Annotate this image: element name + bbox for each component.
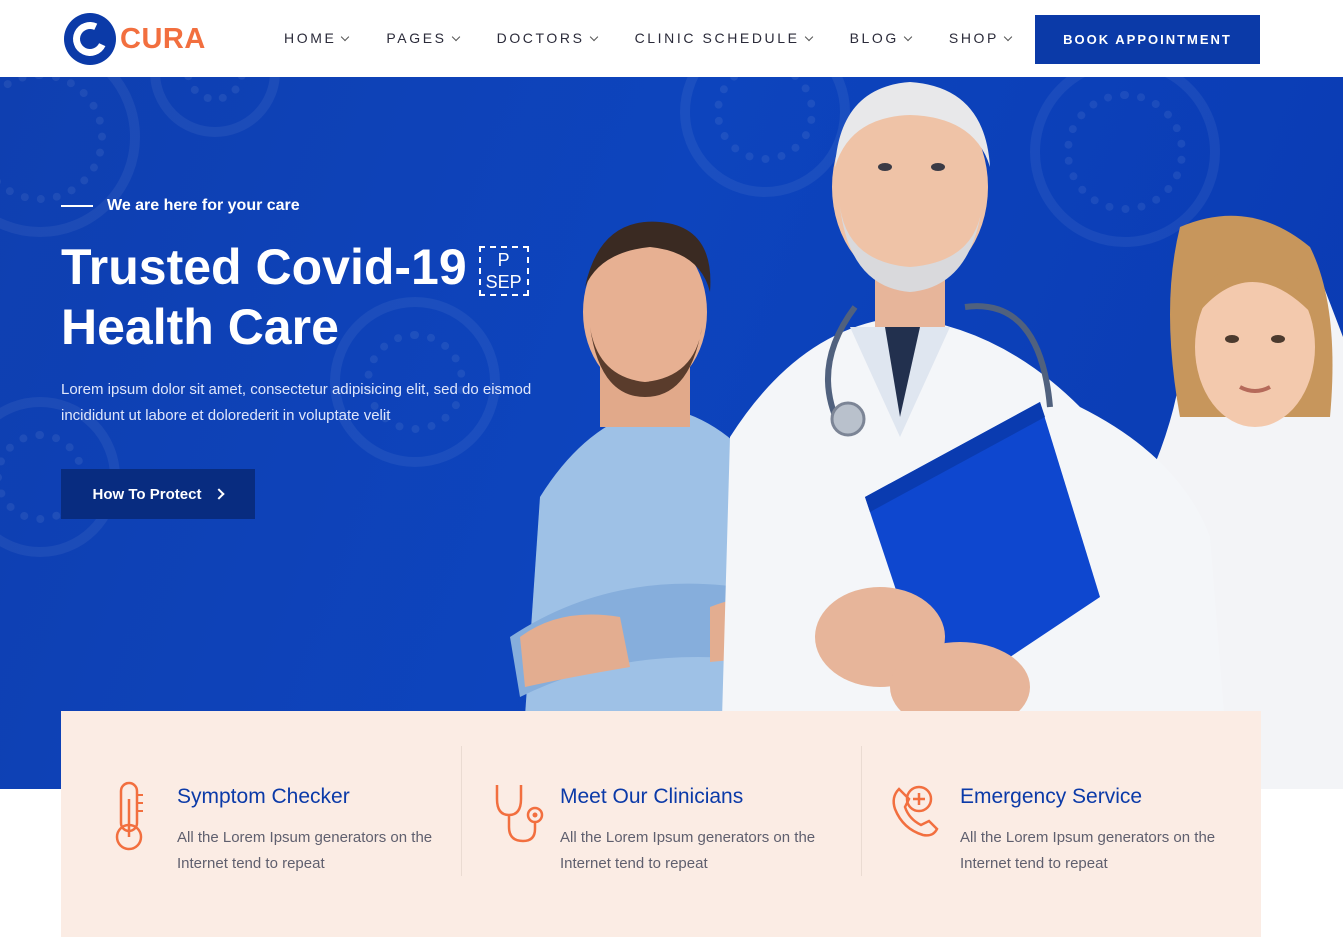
feature-title: Emergency Service	[960, 785, 1143, 808]
feature-description: All the Lorem Ipsum generators on the In…	[960, 829, 1216, 872]
nav-item-home[interactable]: HOME	[284, 27, 350, 49]
hero-eyebrow: We are here for your care	[61, 197, 300, 215]
nav-label: HOME	[284, 30, 337, 46]
feature-card-emergency-service[interactable]: Emergency Service All the Lorem Ipsum ge…	[861, 711, 1261, 937]
button-label: How To Protect	[92, 485, 202, 503]
nav-item-blog[interactable]: BLOG	[849, 27, 913, 49]
features-panel: Symptom Checker All the Lorem Ipsum gene…	[61, 711, 1261, 937]
nav-item-pages[interactable]: PAGES	[386, 27, 460, 49]
chevron-right-icon	[213, 488, 226, 500]
c-circle-logo-icon	[64, 13, 116, 65]
feature-card-symptom-checker[interactable]: Symptom Checker All the Lorem Ipsum gene…	[61, 711, 461, 937]
site-header: CURA HOME PAGES DOCTORS CLINIC SCHEDULE …	[0, 0, 1343, 77]
feature-card-meet-clinicians[interactable]: Meet Our Clinicians All the Lorem Ipsum …	[461, 711, 861, 937]
eyebrow-text: We are here for your care	[107, 197, 300, 214]
chevron-down-icon	[1003, 32, 1013, 41]
nav-label: BLOG	[849, 30, 899, 46]
virus-decoration-icon	[150, 77, 280, 137]
thermometer-icon	[115, 781, 143, 851]
senior-doctor-figure	[720, 82, 1230, 789]
main-nav: HOME PAGES DOCTORS CLINIC SCHEDULE BLOG …	[284, 27, 1049, 49]
chevron-down-icon	[589, 32, 598, 41]
feature-description: All the Lorem Ipsum generators on the In…	[560, 829, 816, 872]
chevron-down-icon	[341, 32, 350, 41]
chevron-down-icon	[903, 32, 913, 41]
nav-item-shop[interactable]: SHOP	[948, 27, 1013, 49]
logo-text: CURA	[120, 22, 206, 55]
doctors-photo	[510, 82, 1343, 789]
nav-label: SHOP	[948, 30, 999, 46]
chevron-down-icon	[451, 32, 460, 41]
how-to-protect-button[interactable]: How To Protect	[61, 469, 255, 519]
emergency-phone-icon	[892, 785, 939, 837]
nav-label: DOCTORS	[496, 30, 585, 46]
hero-title-line2: Health Care	[61, 299, 339, 355]
hero-section: We are here for your care Trusted Covid-…	[0, 77, 1343, 789]
nav-label: PAGES	[386, 30, 447, 46]
hero-title-line1: Trusted Covid-19	[61, 239, 467, 295]
chevron-down-icon	[804, 32, 813, 41]
feature-title: Meet Our Clinicians	[560, 785, 744, 808]
site-logo[interactable]: CURA	[64, 13, 214, 65]
nav-label: CLINIC SCHEDULE	[634, 30, 800, 46]
nav-item-clinic-schedule[interactable]: CLINIC SCHEDULE	[634, 27, 813, 49]
eyebrow-divider	[61, 205, 93, 207]
feature-description: All the Lorem Ipsum generators on the In…	[177, 829, 433, 872]
book-appointment-button[interactable]: BOOK APPOINTMENT	[1035, 15, 1260, 64]
stethoscope-icon	[495, 785, 544, 843]
feature-title: Symptom Checker	[177, 785, 350, 808]
nav-item-doctors[interactable]: DOCTORS	[496, 27, 598, 49]
